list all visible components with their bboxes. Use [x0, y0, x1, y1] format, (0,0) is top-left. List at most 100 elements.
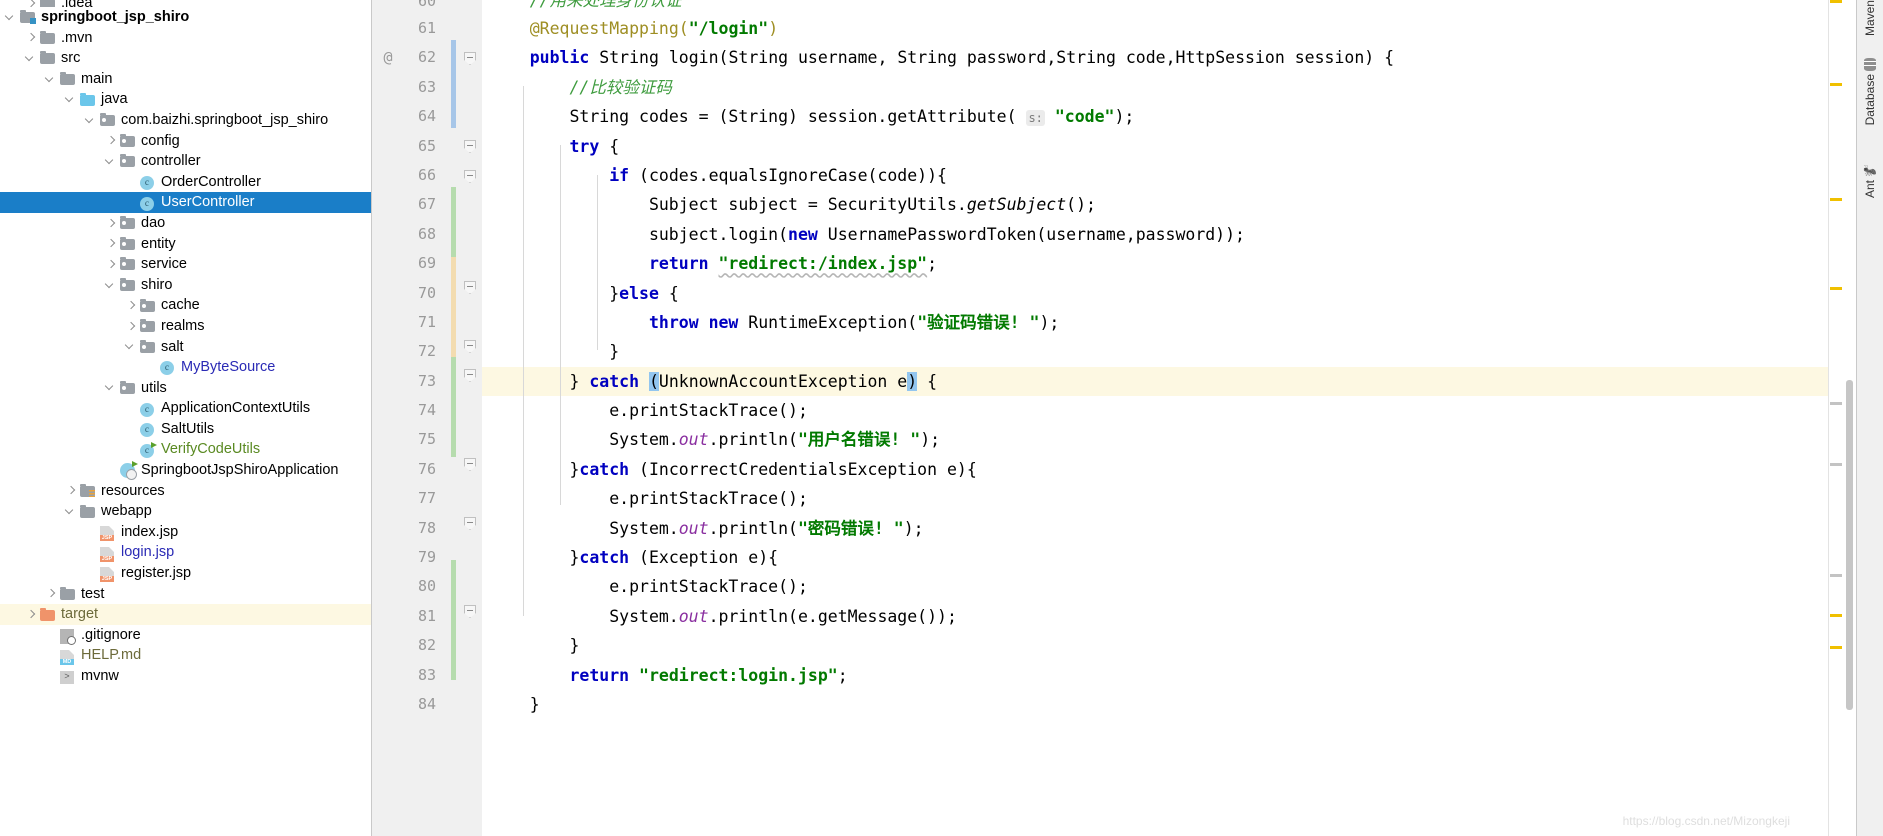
- chevron-down-icon[interactable]: [104, 155, 117, 168]
- tree-item-realms[interactable]: realms: [0, 316, 371, 337]
- gutter-annotation[interactable]: [372, 73, 404, 102]
- code-line[interactable]: }: [482, 631, 1828, 660]
- tree-item-utils[interactable]: utils: [0, 378, 371, 399]
- gutter-annotation[interactable]: [372, 543, 404, 572]
- gutter-annotation[interactable]: [372, 572, 404, 601]
- chevron-down-icon[interactable]: [124, 340, 137, 353]
- code-line[interactable]: e.printStackTrace();: [482, 396, 1828, 425]
- fold-handle-icon[interactable]: [464, 605, 476, 618]
- editor-vertical-scrollbar[interactable]: [1843, 0, 1856, 836]
- gutter-annotation[interactable]: [372, 102, 404, 131]
- code-line[interactable]: e.printStackTrace();: [482, 572, 1828, 601]
- fold-handle-icon[interactable]: [464, 340, 476, 353]
- code-line[interactable]: }: [482, 337, 1828, 366]
- scrollbar-thumb[interactable]: [1846, 380, 1853, 710]
- marker-stripe[interactable]: [1830, 198, 1842, 201]
- gutter-annotation[interactable]: [372, 690, 404, 719]
- code-line[interactable]: @RequestMapping("/login"): [482, 14, 1828, 43]
- tree-item-com-baizhi-springboot-jsp-shiro[interactable]: com.baizhi.springboot_jsp_shiro: [0, 110, 371, 131]
- gutter-annotation[interactable]: [372, 190, 404, 219]
- tree-item-target[interactable]: target: [0, 604, 371, 625]
- tree-item-idea[interactable]: .idea: [0, 0, 371, 7]
- editor-area[interactable]: @ 60 61 62 63 64 65 66 67 68 69 70 71 72 73 74 75 76 77 78…: [372, 0, 1856, 836]
- gutter-annotation[interactable]: [372, 602, 404, 631]
- code-line[interactable]: subject.login(new UsernamePasswordToken(…: [482, 220, 1828, 249]
- fold-handle-icon[interactable]: [464, 140, 476, 153]
- chevron-down-icon[interactable]: [4, 11, 17, 24]
- marker-stripe[interactable]: [1830, 287, 1842, 290]
- code-line[interactable]: }catch (IncorrectCredentialsException e)…: [482, 455, 1828, 484]
- tool-window-button-maven[interactable]: Maven: [1857, 0, 1883, 36]
- code-line[interactable]: System.out.println(e.getMessage());: [482, 602, 1828, 631]
- marker-stripe[interactable]: [1830, 614, 1842, 617]
- gutter-annotation[interactable]: [372, 337, 404, 366]
- chevron-right-icon[interactable]: [64, 484, 77, 497]
- code-line[interactable]: if (codes.equalsIgnoreCase(code)){: [482, 161, 1828, 190]
- code-line[interactable]: //比较验证码: [482, 73, 1828, 102]
- tree-item-controller[interactable]: controller: [0, 151, 371, 172]
- code-line[interactable]: System.out.println("用户名错误! ");: [482, 425, 1828, 454]
- code-line[interactable]: //用来处理身份认证: [482, 0, 1828, 14]
- gutter-annotation[interactable]: [372, 308, 404, 337]
- marker-stripe[interactable]: [1830, 646, 1842, 649]
- fold-handle-icon[interactable]: [464, 369, 476, 382]
- tree-item-dao[interactable]: dao: [0, 213, 371, 234]
- gutter-annotation[interactable]: [372, 132, 404, 161]
- code-line[interactable]: }else {: [482, 279, 1828, 308]
- editor-marker-bar[interactable]: [1828, 0, 1843, 836]
- gutter-annotation[interactable]: [372, 455, 404, 484]
- chevron-right-icon[interactable]: [124, 320, 137, 333]
- tree-item-index-jsp[interactable]: index.jsp: [0, 522, 371, 543]
- chevron-down-icon[interactable]: [24, 52, 37, 65]
- code-line[interactable]: Subject subject = SecurityUtils.getSubje…: [482, 190, 1828, 219]
- gutter-annotation[interactable]: [372, 0, 404, 14]
- code-line[interactable]: try {: [482, 132, 1828, 161]
- gutter-annotation[interactable]: [372, 279, 404, 308]
- code-line[interactable]: } catch (UnknownAccountException e) {: [482, 366, 1828, 397]
- gutter-annotation[interactable]: [372, 220, 404, 249]
- tree-item-springboot-jsp-shiro[interactable]: springboot_jsp_shiro: [0, 7, 371, 28]
- marker-stripe[interactable]: [1830, 0, 1842, 3]
- chevron-down-icon[interactable]: [44, 73, 57, 86]
- fold-handle-icon[interactable]: [464, 458, 476, 471]
- tree-item-resources[interactable]: resources: [0, 481, 371, 502]
- tree-item-config[interactable]: config: [0, 131, 371, 152]
- marker-stripe[interactable]: [1830, 463, 1842, 466]
- gutter-annotation[interactable]: [372, 484, 404, 513]
- code-line[interactable]: System.out.println("密码错误! ");: [482, 514, 1828, 543]
- code-line[interactable]: return "redirect:/index.jsp";: [482, 249, 1828, 278]
- tree-item-usercontroller[interactable]: c UserController: [0, 192, 371, 213]
- tree-item-src[interactable]: src: [0, 48, 371, 69]
- chevron-right-icon[interactable]: [124, 299, 137, 312]
- tool-window-button-database[interactable]: Database: [1857, 58, 1883, 125]
- gutter-annotation[interactable]: [372, 514, 404, 543]
- fold-handle-icon[interactable]: [464, 52, 476, 65]
- code-line[interactable]: throw new RuntimeException("验证码错误! ");: [482, 308, 1828, 337]
- code-line[interactable]: }catch (Exception e){: [482, 543, 1828, 572]
- code-line[interactable]: String codes = (String) session.getAttri…: [482, 102, 1828, 131]
- chevron-right-icon[interactable]: [104, 217, 117, 230]
- gutter-annotation[interactable]: [372, 161, 404, 190]
- chevron-right-icon[interactable]: [24, 31, 37, 44]
- chevron-down-icon[interactable]: [64, 505, 77, 518]
- gutter-annotation[interactable]: [372, 661, 404, 690]
- tree-item-main[interactable]: main: [0, 69, 371, 90]
- chevron-right-icon[interactable]: [24, 0, 37, 7]
- editor-code-text[interactable]: //用来处理身份认证 @RequestMapping("/login") pub…: [482, 0, 1828, 836]
- tree-item-register-jsp[interactable]: register.jsp: [0, 563, 371, 584]
- gutter-annotation[interactable]: [372, 367, 404, 396]
- marker-stripe[interactable]: [1830, 574, 1842, 577]
- tree-item-entity[interactable]: entity: [0, 234, 371, 255]
- tree-item-verifycodeutils[interactable]: c VerifyCodeUtils: [0, 439, 371, 460]
- code-line[interactable]: }: [482, 690, 1828, 719]
- tree-item-gitignore[interactable]: .gitignore: [0, 625, 371, 646]
- tree-item-mvnw[interactable]: > mvnw: [0, 666, 371, 687]
- tree-item-java[interactable]: java: [0, 89, 371, 110]
- chevron-down-icon[interactable]: [104, 381, 117, 394]
- tree-item-springbootjspshiroapplication[interactable]: SpringbootJspShiroApplication: [0, 460, 371, 481]
- gutter-annotation[interactable]: [372, 396, 404, 425]
- chevron-right-icon[interactable]: [104, 134, 117, 147]
- chevron-down-icon[interactable]: [64, 93, 77, 106]
- chevron-right-icon[interactable]: [104, 237, 117, 250]
- gutter-annotation[interactable]: [372, 249, 404, 278]
